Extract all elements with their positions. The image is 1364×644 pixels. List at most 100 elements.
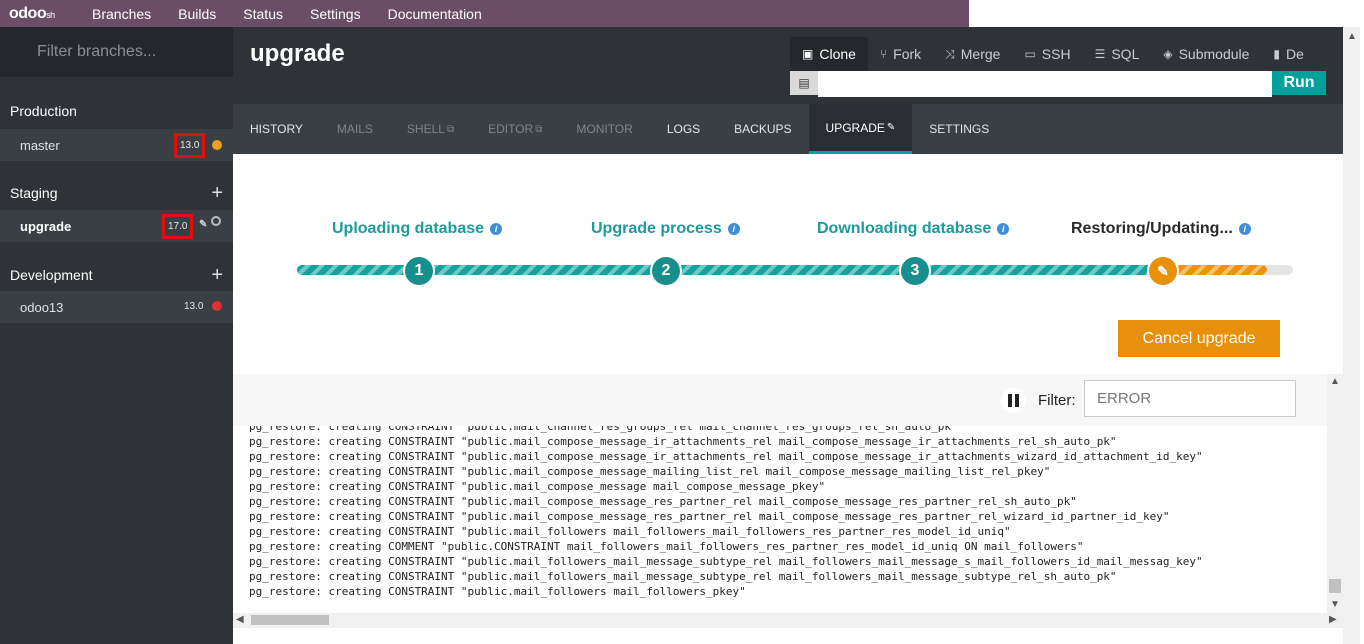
log-line: pg_restore: creating CONSTRAINT "public.… (249, 585, 746, 598)
progress-track-current (1165, 265, 1267, 275)
delete-button[interactable]: ▮ De (1261, 37, 1316, 71)
log-output: pg_restore: creating CONSTRAINT "public.… (233, 426, 1327, 613)
clipboard-icon[interactable]: ▤ (790, 71, 818, 95)
pin-icon: ✎ (886, 122, 896, 133)
merge-icon: ⤨ (945, 46, 955, 61)
trash-icon: ▮ (1273, 47, 1281, 61)
top-right-area (969, 0, 1343, 27)
fork-button[interactable]: ⑂ Fork (868, 37, 933, 71)
log-line: pg_restore: creating CONSTRAINT "public.… (249, 426, 958, 433)
step-label-uploading: Uploading database i (332, 220, 503, 238)
command-input[interactable] (818, 71, 1272, 97)
scroll-up-arrow-icon[interactable]: ▲ (1347, 31, 1357, 42)
external-link-icon: ⧉ (446, 123, 455, 135)
log-horizontal-scrollbar[interactable]: ◀ ▶ (233, 613, 1343, 628)
log-line: pg_restore: creating CONSTRAINT "public.… (249, 480, 826, 493)
branch-odoo13[interactable]: odoo13 13.0 (0, 291, 233, 323)
version-badge: 17.0 (162, 214, 194, 239)
section-production: Production (10, 103, 77, 119)
odoo-sh-logo[interactable]: odoosh (0, 5, 92, 23)
scrollbar-thumb[interactable] (1329, 579, 1341, 593)
filter-label: Filter: (1038, 392, 1076, 409)
log-line: pg_restore: creating CONSTRAINT "public.… (249, 465, 1051, 478)
cube-icon: ◈ (1163, 47, 1173, 61)
scroll-left-arrow-icon[interactable]: ◀ (236, 614, 244, 625)
tab-monitor[interactable]: MONITOR (559, 104, 649, 154)
log-line: pg_restore: creating CONSTRAINT "public.… (249, 435, 1117, 448)
info-icon[interactable]: i (490, 222, 503, 235)
step-node-1: 1 (403, 255, 435, 287)
log-line: pg_restore: creating CONSTRAINT "public.… (249, 570, 1117, 583)
add-dev-branch-icon[interactable]: + (211, 264, 223, 287)
branch-master[interactable]: master 13.0 (0, 129, 233, 161)
bottom-strip (233, 628, 1343, 644)
log-line: pg_restore: creating CONSTRAINT "public.… (249, 450, 1203, 463)
log-line: pg_restore: creating CONSTRAINT "public.… (249, 495, 1077, 508)
log-filter-input[interactable]: ERROR (1084, 380, 1296, 417)
scroll-right-arrow-icon[interactable]: ▶ (1329, 614, 1337, 625)
branch-upgrade[interactable]: upgrade 17.0 ✎ (0, 210, 233, 242)
log-line: pg_restore: creating COMMENT "public.CON… (249, 540, 1084, 553)
ssh-button[interactable]: ▭ SSH (1012, 37, 1082, 71)
tab-settings[interactable]: SETTINGS (912, 104, 1006, 154)
tab-editor[interactable]: EDITOR ⧉ (471, 104, 559, 154)
clone-button[interactable]: ▣ Clone (790, 37, 868, 71)
branch-tabs: HISTORY MAILS SHELL ⧉ EDITOR ⧉ MONITOR LOG… (233, 104, 1343, 154)
version-badge: 13.0 (184, 301, 204, 312)
pause-icon[interactable] (1001, 388, 1026, 413)
top-nav-bar: odoosh Branches Builds Status Settings D… (0, 0, 969, 27)
terminal-icon: ▭ (1024, 47, 1036, 61)
nav-builds[interactable]: Builds (178, 6, 216, 22)
nav-branches[interactable]: Branches (92, 6, 151, 22)
scroll-up-arrow-icon[interactable]: ▲ (1330, 376, 1340, 387)
info-icon[interactable]: i (727, 222, 740, 235)
add-staging-branch-icon[interactable]: + (211, 182, 223, 205)
step-label-upgrade: Upgrade process i (591, 220, 740, 238)
version-badge: 13.0 (174, 133, 206, 158)
run-button[interactable]: Run (1272, 71, 1326, 95)
step-node-pin-icon: ✎ (1147, 255, 1179, 287)
log-line: pg_restore: creating CONSTRAINT "public.… (249, 510, 1170, 523)
info-icon[interactable]: i (997, 222, 1010, 235)
step-node-3: 3 (899, 255, 931, 287)
pin-icon: ✎ (199, 219, 208, 230)
merge-button[interactable]: ⤨ Merge (933, 37, 1012, 71)
scrollbar-thumb[interactable] (251, 615, 329, 625)
database-icon: ☰ (1094, 47, 1106, 61)
section-staging: Staging + (10, 181, 223, 205)
cancel-upgrade-button[interactable]: Cancel upgrade (1118, 320, 1280, 357)
tab-mails[interactable]: MAILS (320, 104, 390, 154)
log-scrollbar[interactable]: ▲ ▼ (1327, 374, 1343, 613)
nav-settings[interactable]: Settings (310, 6, 361, 22)
step-label-restoring: Restoring/Updating... i (1071, 220, 1251, 238)
log-toolbar: Filter: ERROR (233, 374, 1327, 426)
tab-shell[interactable]: SHELL ⧉ (390, 104, 471, 154)
log-line: pg_restore: creating CONSTRAINT "public.… (249, 555, 1203, 568)
sql-button[interactable]: ☰ SQL (1083, 37, 1152, 71)
tab-backups[interactable]: BACKUPS (717, 104, 808, 154)
nav-status[interactable]: Status (243, 6, 283, 22)
clone-icon: ▣ (802, 47, 814, 61)
loading-spinner-icon (211, 216, 221, 226)
tab-upgrade[interactable]: UPGRADE ✎ (808, 104, 913, 154)
scroll-down-arrow-icon[interactable]: ▼ (1330, 599, 1340, 610)
branch-sidebar: Filter branches... Production master 13.… (0, 27, 233, 644)
status-dot-icon (212, 301, 222, 311)
tab-logs[interactable]: LOGS (650, 104, 717, 154)
tab-history[interactable]: HISTORY (233, 104, 320, 154)
nav-documentation[interactable]: Documentation (388, 6, 482, 22)
page-title: upgrade (250, 40, 345, 67)
branch-header: upgrade ▣ Clone ⑂ Fork ⤨ Merge ▭ SSH ☰ SQL ◈ S… (233, 27, 1343, 104)
action-tabs: ▣ Clone ⑂ Fork ⤨ Merge ▭ SSH ☰ SQL ◈ Submodule… (790, 37, 1316, 71)
step-label-downloading: Downloading database i (817, 220, 1010, 238)
command-row: ▤ Run (790, 71, 1326, 97)
step-node-2: 2 (650, 255, 682, 287)
status-dot-icon (212, 140, 222, 150)
filter-branches-input[interactable]: Filter branches... (0, 27, 233, 77)
external-link-icon: ⧉ (535, 123, 543, 135)
window-scrollbar[interactable]: ▲ (1343, 27, 1360, 644)
submodule-button[interactable]: ◈ Submodule (1151, 37, 1261, 71)
info-icon[interactable]: i (1238, 222, 1251, 235)
upgrade-panel: Uploading database i Upgrade process i Dow… (233, 154, 1343, 374)
fork-icon: ⑂ (879, 47, 888, 61)
